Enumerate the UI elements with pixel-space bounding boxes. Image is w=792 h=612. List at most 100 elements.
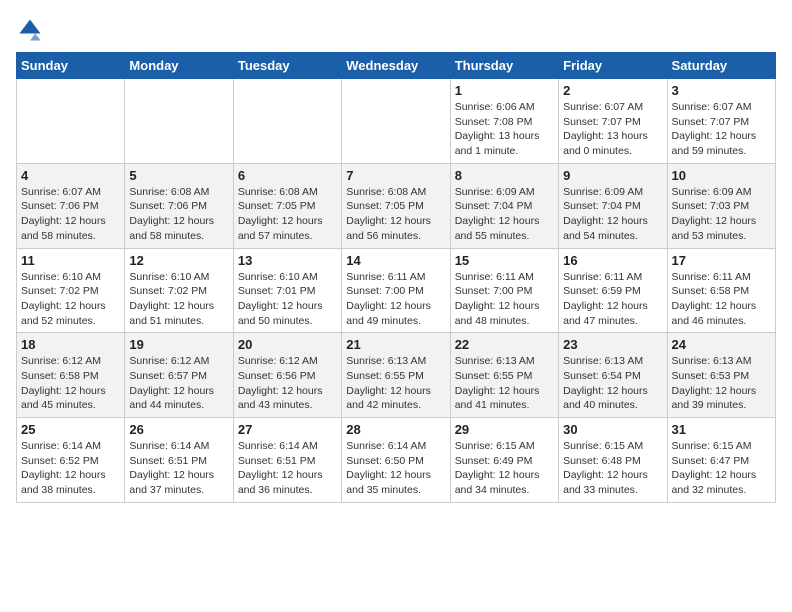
day-number: 16 <box>563 253 662 268</box>
day-info: Sunrise: 6:14 AMSunset: 6:51 PMDaylight:… <box>129 439 228 498</box>
day-info: Sunrise: 6:08 AMSunset: 7:05 PMDaylight:… <box>238 185 337 244</box>
calendar-cell: 31Sunrise: 6:15 AMSunset: 6:47 PMDayligh… <box>667 418 775 503</box>
day-info: Sunrise: 6:12 AMSunset: 6:58 PMDaylight:… <box>21 354 120 413</box>
calendar-cell: 11 Sunrise: 6:10 AMSunset: 7:02 PMDayligh… <box>17 248 125 333</box>
day-number: 9 <box>563 168 662 183</box>
day-info: Sunrise: 6:12 AMSunset: 6:56 PMDaylight:… <box>238 354 337 413</box>
calendar-cell: 5Sunrise: 6:08 AMSunset: 7:06 PMDaylight… <box>125 163 233 248</box>
day-info: Sunrise: 6:08 AMSunset: 7:05 PMDaylight:… <box>346 185 445 244</box>
day-info: Sunrise: 6:11 AMSunset: 7:00 PMDaylight:… <box>346 270 445 329</box>
calendar-cell: 8 Sunrise: 6:09 AMSunset: 7:04 PMDaylight… <box>450 163 558 248</box>
calendar-week-4: 18 Sunrise: 6:12 AMSunset: 6:58 PMDayligh… <box>17 333 776 418</box>
logo-icon <box>16 16 44 44</box>
day-info: Sunrise: 6:11 AMSunset: 6:59 PMDaylight:… <box>563 270 662 329</box>
logo <box>16 16 48 44</box>
calendar-cell: 6 Sunrise: 6:08 AMSunset: 7:05 PMDaylight… <box>233 163 341 248</box>
day-number: 15 <box>455 253 554 268</box>
calendar-cell: 9 Sunrise: 6:09 AMSunset: 7:04 PMDaylight… <box>559 163 667 248</box>
calendar-cell: 4 Sunrise: 6:07 AMSunset: 7:06 PMDaylight… <box>17 163 125 248</box>
day-number: 11 <box>21 253 120 268</box>
day-info: Sunrise: 6:10 AMSunset: 7:01 PMDaylight:… <box>238 270 337 329</box>
calendar-cell: 2 Sunrise: 6:07 AMSunset: 7:07 PMDaylight… <box>559 79 667 164</box>
calendar-header-monday: Monday <box>125 53 233 79</box>
calendar-cell: 29 Sunrise: 6:15 AMSunset: 6:49 PMDayligh… <box>450 418 558 503</box>
calendar-table: SundayMondayTuesdayWednesdayThursdayFrid… <box>16 52 776 503</box>
day-number: 2 <box>563 83 662 98</box>
day-number: 29 <box>455 422 554 437</box>
day-info: Sunrise: 6:13 AMSunset: 6:55 PMDaylight:… <box>455 354 554 413</box>
day-info: Sunrise: 6:09 AMSunset: 7:04 PMDaylight:… <box>563 185 662 244</box>
calendar-header-sunday: Sunday <box>17 53 125 79</box>
day-number: 26 <box>129 422 228 437</box>
day-number: 24 <box>672 337 771 352</box>
calendar-cell: 1 Sunrise: 6:06 AMSunset: 7:08 PMDaylight… <box>450 79 558 164</box>
day-number: 7 <box>346 168 445 183</box>
day-number: 20 <box>238 337 337 352</box>
calendar-cell: 19Sunrise: 6:12 AMSunset: 6:57 PMDayligh… <box>125 333 233 418</box>
day-number: 17 <box>672 253 771 268</box>
day-number: 25 <box>21 422 120 437</box>
calendar-header-tuesday: Tuesday <box>233 53 341 79</box>
day-number: 8 <box>455 168 554 183</box>
day-info: Sunrise: 6:06 AMSunset: 7:08 PMDaylight:… <box>455 100 554 159</box>
day-info: Sunrise: 6:11 AMSunset: 6:58 PMDaylight:… <box>672 270 771 329</box>
calendar-cell: 17 Sunrise: 6:11 AMSunset: 6:58 PMDayligh… <box>667 248 775 333</box>
calendar-cell: 23 Sunrise: 6:13 AMSunset: 6:54 PMDayligh… <box>559 333 667 418</box>
calendar-cell: 14 Sunrise: 6:11 AMSunset: 7:00 PMDayligh… <box>342 248 450 333</box>
day-number: 3 <box>672 83 771 98</box>
day-info: Sunrise: 6:13 AMSunset: 6:53 PMDaylight:… <box>672 354 771 413</box>
day-number: 12 <box>129 253 228 268</box>
day-info: Sunrise: 6:07 AMSunset: 7:06 PMDaylight:… <box>21 185 120 244</box>
calendar-week-3: 11 Sunrise: 6:10 AMSunset: 7:02 PMDayligh… <box>17 248 776 333</box>
day-info: Sunrise: 6:09 AMSunset: 7:03 PMDaylight:… <box>672 185 771 244</box>
calendar-cell: 25 Sunrise: 6:14 AMSunset: 6:52 PMDayligh… <box>17 418 125 503</box>
day-number: 10 <box>672 168 771 183</box>
calendar-week-2: 4 Sunrise: 6:07 AMSunset: 7:06 PMDaylight… <box>17 163 776 248</box>
day-info: Sunrise: 6:10 AMSunset: 7:02 PMDaylight:… <box>21 270 120 329</box>
calendar-cell: 21 Sunrise: 6:13 AMSunset: 6:55 PMDayligh… <box>342 333 450 418</box>
day-info: Sunrise: 6:15 AMSunset: 6:49 PMDaylight:… <box>455 439 554 498</box>
day-info: Sunrise: 6:09 AMSunset: 7:04 PMDaylight:… <box>455 185 554 244</box>
day-number: 13 <box>238 253 337 268</box>
calendar-cell: 22 Sunrise: 6:13 AMSunset: 6:55 PMDayligh… <box>450 333 558 418</box>
day-info: Sunrise: 6:07 AMSunset: 7:07 PMDaylight:… <box>563 100 662 159</box>
day-number: 28 <box>346 422 445 437</box>
calendar-header-saturday: Saturday <box>667 53 775 79</box>
day-number: 30 <box>563 422 662 437</box>
calendar-week-1: 1 Sunrise: 6:06 AMSunset: 7:08 PMDaylight… <box>17 79 776 164</box>
day-info: Sunrise: 6:13 AMSunset: 6:55 PMDaylight:… <box>346 354 445 413</box>
calendar-cell <box>17 79 125 164</box>
calendar-cell: 30Sunrise: 6:15 AMSunset: 6:48 PMDayligh… <box>559 418 667 503</box>
calendar-cell: 13 Sunrise: 6:10 AMSunset: 7:01 PMDayligh… <box>233 248 341 333</box>
calendar-cell: 28 Sunrise: 6:14 AMSunset: 6:50 PMDayligh… <box>342 418 450 503</box>
day-info: Sunrise: 6:14 AMSunset: 6:52 PMDaylight:… <box>21 439 120 498</box>
calendar-cell: 15 Sunrise: 6:11 AMSunset: 7:00 PMDayligh… <box>450 248 558 333</box>
calendar-header-row: SundayMondayTuesdayWednesdayThursdayFrid… <box>17 53 776 79</box>
day-info: Sunrise: 6:14 AMSunset: 6:51 PMDaylight:… <box>238 439 337 498</box>
day-number: 23 <box>563 337 662 352</box>
calendar-header-friday: Friday <box>559 53 667 79</box>
day-number: 6 <box>238 168 337 183</box>
day-number: 27 <box>238 422 337 437</box>
calendar-cell: 16 Sunrise: 6:11 AMSunset: 6:59 PMDayligh… <box>559 248 667 333</box>
day-info: Sunrise: 6:07 AMSunset: 7:07 PMDaylight:… <box>672 100 771 159</box>
day-info: Sunrise: 6:13 AMSunset: 6:54 PMDaylight:… <box>563 354 662 413</box>
day-info: Sunrise: 6:10 AMSunset: 7:02 PMDaylight:… <box>129 270 228 329</box>
day-number: 18 <box>21 337 120 352</box>
calendar-cell: 12 Sunrise: 6:10 AMSunset: 7:02 PMDayligh… <box>125 248 233 333</box>
calendar-cell <box>125 79 233 164</box>
day-info: Sunrise: 6:08 AMSunset: 7:06 PMDaylight:… <box>129 185 228 244</box>
day-info: Sunrise: 6:11 AMSunset: 7:00 PMDaylight:… <box>455 270 554 329</box>
day-number: 14 <box>346 253 445 268</box>
page-header <box>16 16 776 44</box>
day-number: 4 <box>21 168 120 183</box>
day-number: 1 <box>455 83 554 98</box>
day-number: 21 <box>346 337 445 352</box>
calendar-cell: 20 Sunrise: 6:12 AMSunset: 6:56 PMDayligh… <box>233 333 341 418</box>
calendar-header-thursday: Thursday <box>450 53 558 79</box>
day-number: 19 <box>129 337 228 352</box>
calendar-cell: 18 Sunrise: 6:12 AMSunset: 6:58 PMDayligh… <box>17 333 125 418</box>
day-info: Sunrise: 6:14 AMSunset: 6:50 PMDaylight:… <box>346 439 445 498</box>
calendar-week-5: 25 Sunrise: 6:14 AMSunset: 6:52 PMDayligh… <box>17 418 776 503</box>
day-number: 22 <box>455 337 554 352</box>
